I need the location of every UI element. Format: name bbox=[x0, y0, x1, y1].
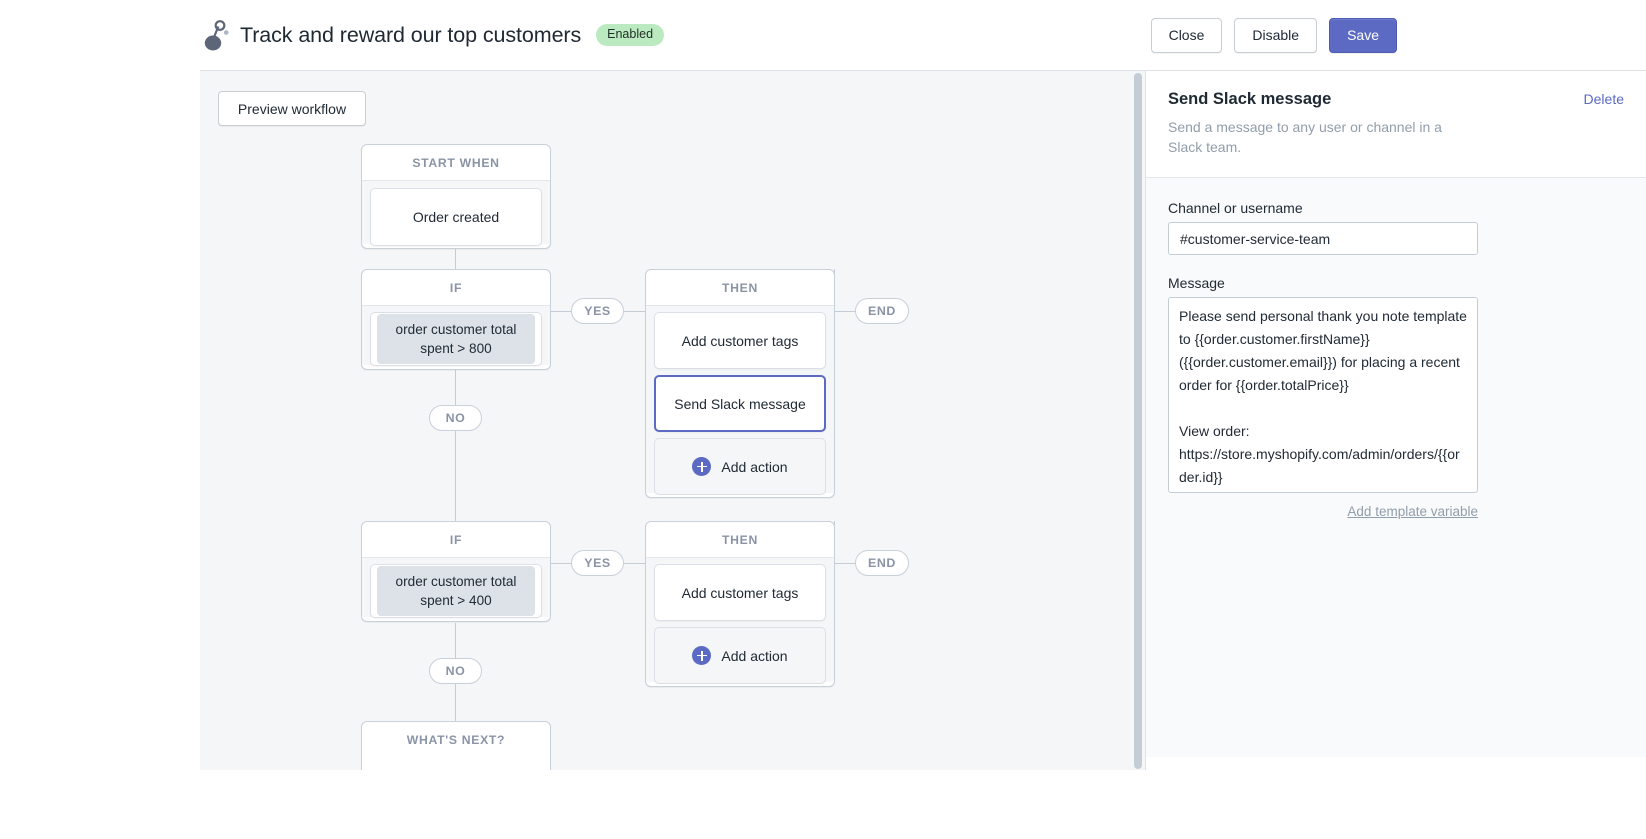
plus-icon bbox=[692, 646, 712, 665]
connector-if1-to-yes bbox=[550, 311, 572, 312]
node-if-2[interactable]: IF order customer total spent > 400 bbox=[361, 521, 551, 622]
condition-card-1[interactable]: order customer total spent > 800 bbox=[370, 312, 542, 366]
node-body-then-2: Add customer tags Add action bbox=[646, 557, 834, 684]
connector-then1-to-end bbox=[834, 311, 856, 312]
workflow-canvas[interactable]: Preview workflow START WHEN Order create… bbox=[200, 70, 1131, 770]
pill-yes-1: YES bbox=[571, 298, 624, 324]
add-template-variable-link[interactable]: Add template variable bbox=[1168, 504, 1478, 519]
save-button[interactable]: Save bbox=[1329, 17, 1397, 53]
pill-end-2: END bbox=[855, 550, 909, 576]
node-header-then-1: THEN bbox=[722, 281, 758, 295]
connector-yes2-to-then2 bbox=[623, 563, 645, 564]
condition-text-2: order customer total spent > 400 bbox=[377, 566, 535, 616]
top-bar-left: Track and reward our top customers Enabl… bbox=[200, 0, 1646, 70]
connector-yes-to-then1 bbox=[623, 311, 645, 312]
trigger-card-order-created[interactable]: Order created bbox=[370, 188, 542, 246]
condition-card-2[interactable]: order customer total spent > 400 bbox=[370, 564, 542, 618]
node-header-start-when: START WHEN bbox=[412, 156, 500, 170]
panel-scrollbar-track[interactable] bbox=[1131, 70, 1145, 770]
page-title: Track and reward our top customers bbox=[240, 22, 582, 47]
close-button[interactable]: Close bbox=[1150, 17, 1223, 53]
workflow-node-icon bbox=[200, 18, 230, 52]
node-whats-next[interactable]: WHAT'S NEXT? bbox=[361, 721, 551, 770]
panel-description: Send a message to any user or channel in… bbox=[1168, 119, 1442, 155]
pill-no-1: NO bbox=[429, 405, 482, 431]
action-card-add-customer-tags-2[interactable]: Add customer tags bbox=[654, 564, 826, 621]
connector-if1-to-no bbox=[455, 370, 456, 405]
add-action-label-1: Add action bbox=[721, 458, 788, 475]
node-body-if-2: order customer total spent > 400 bbox=[362, 557, 550, 618]
top-bar-actions: Close Disable Save bbox=[1150, 0, 1397, 70]
connector-if2-to-no2 bbox=[455, 623, 456, 658]
disable-button[interactable]: Disable bbox=[1234, 17, 1318, 53]
left-gutter bbox=[0, 70, 200, 770]
node-body-then-1: Add customer tags Send Slack message Add… bbox=[646, 305, 834, 495]
pill-no-2: NO bbox=[429, 658, 482, 684]
panel-form: Channel or username Message Please send … bbox=[1146, 178, 1646, 757]
pill-yes-2: YES bbox=[571, 550, 624, 576]
body-area: Preview workflow START WHEN Order create… bbox=[0, 70, 1646, 770]
workflow-editor-app: Track and reward our top customers Enabl… bbox=[0, 0, 1646, 839]
top-bar: Track and reward our top customers Enabl… bbox=[0, 0, 1646, 70]
action-card-add-customer-tags-1[interactable]: Add customer tags bbox=[654, 312, 826, 369]
node-header-if-1: IF bbox=[449, 281, 463, 295]
message-field-label: Message bbox=[1168, 275, 1225, 291]
connector-then2-to-end bbox=[834, 563, 856, 564]
pill-end-1: END bbox=[855, 298, 909, 324]
panel-scrollbar-thumb[interactable] bbox=[1134, 73, 1142, 769]
connector-if2-to-yes bbox=[550, 563, 572, 564]
node-if-1[interactable]: IF order customer total spent > 800 bbox=[361, 269, 551, 370]
message-textarea[interactable]: Please send personal thank you note temp… bbox=[1168, 297, 1478, 493]
node-start-when[interactable]: START WHEN Order created bbox=[361, 144, 551, 249]
panel-header: Send Slack message Delete Send a message… bbox=[1146, 71, 1646, 178]
channel-field-label: Channel or username bbox=[1168, 200, 1303, 216]
node-header-then-2: THEN bbox=[722, 533, 758, 547]
add-action-button-1[interactable]: Add action bbox=[654, 438, 826, 495]
preview-workflow-button[interactable]: Preview workflow bbox=[218, 91, 366, 126]
canvas-scrollbar[interactable] bbox=[1117, 71, 1131, 770]
node-header-if-2: IF bbox=[449, 533, 463, 547]
connector-no-to-if2 bbox=[455, 431, 456, 535]
action-settings-panel: Send Slack message Delete Send a message… bbox=[1145, 70, 1646, 770]
action-card-send-slack-message[interactable]: Send Slack message bbox=[654, 375, 826, 432]
status-badge: Enabled bbox=[596, 24, 665, 46]
bottom-fill bbox=[0, 770, 1646, 839]
channel-input[interactable] bbox=[1168, 222, 1478, 255]
delete-action-link[interactable]: Delete bbox=[1584, 91, 1624, 107]
node-body-start-when: Order created bbox=[362, 180, 550, 246]
add-action-label-2: Add action bbox=[721, 647, 788, 664]
panel-title: Send Slack message bbox=[1168, 90, 1332, 108]
plus-icon bbox=[692, 457, 712, 476]
node-then-2[interactable]: THEN Add customer tags Add action bbox=[645, 521, 835, 687]
node-body-if-1: order customer total spent > 800 bbox=[362, 305, 550, 366]
field-spacer bbox=[1168, 255, 1624, 275]
node-header-whats-next: WHAT'S NEXT? bbox=[406, 733, 506, 747]
condition-text-1: order customer total spent > 800 bbox=[377, 314, 535, 364]
connector-no2-to-next bbox=[455, 684, 456, 724]
add-action-button-2[interactable]: Add action bbox=[654, 627, 826, 684]
node-then-1[interactable]: THEN Add customer tags Send Slack messag… bbox=[645, 269, 835, 498]
